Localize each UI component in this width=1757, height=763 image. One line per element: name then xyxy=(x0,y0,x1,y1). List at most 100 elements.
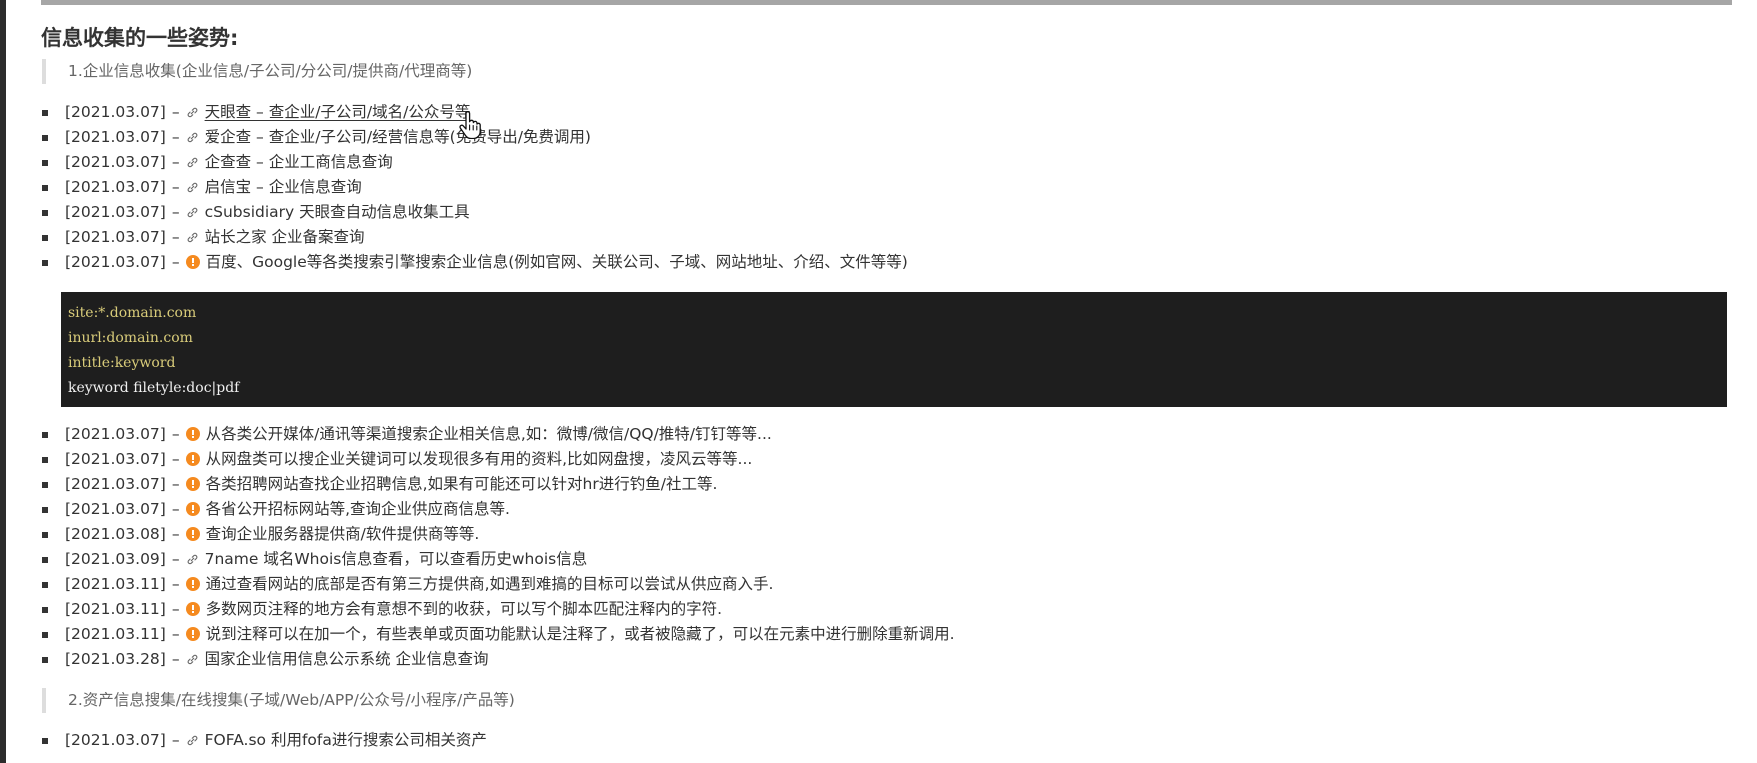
link-icon xyxy=(187,107,197,118)
item-date: [2021.03.07] xyxy=(65,253,166,271)
item-date: [2021.03.09] xyxy=(65,550,166,568)
item-link-tianyancha[interactable]: 天眼查 – 查企业/子公司/域名/公众号等 xyxy=(205,103,471,121)
list-item: [2021.03.07] – 企查查 – 企业工商信息查询 xyxy=(42,150,908,175)
item-date: [2021.03.28] xyxy=(65,650,166,668)
link-icon xyxy=(187,554,197,565)
list-item: [2021.03.07] – cSubsidiary 天眼查自动信息收集工具 xyxy=(42,200,908,225)
asset-info-list: [2021.03.07] – FOFA.so 利用fofa进行搜索公司相关资产 xyxy=(42,728,487,753)
enterprise-tips-list: [2021.03.07] – 从各类公开媒体/通讯等渠道搜索企业相关信息,如：微博/… xyxy=(42,422,955,672)
item-date: [2021.03.11] xyxy=(65,625,166,643)
separator: – xyxy=(171,450,180,468)
list-item: [2021.03.11] – 说到注释可以在加一个，有些表单或页面功能默认是注释了，… xyxy=(42,622,955,647)
bullet xyxy=(42,110,48,116)
list-item: [2021.03.07] – 站长之家 企业备案查询 xyxy=(42,225,908,250)
separator: – xyxy=(171,625,180,643)
item-text: 说到注释可以在加一个，有些表单或页面功能默认是注释了，或者被隐藏了，可以在元素中… xyxy=(205,625,955,643)
code-line: inurl:domain.com xyxy=(68,330,193,346)
item-link-gsxt[interactable]: 国家企业信用信息公示系统 企业信息查询 xyxy=(205,650,489,668)
code-line: site:*.domain.com xyxy=(68,305,197,321)
list-item: [2021.03.28] – 国家企业信用信息公示系统 企业信息查询 xyxy=(42,647,955,672)
item-link-7name[interactable]: 7name 域名Whois信息查看，可以查看历史whois信息 xyxy=(205,550,588,568)
item-link-chinaz[interactable]: 站长之家 企业备案查询 xyxy=(205,228,365,246)
separator: – xyxy=(171,425,180,443)
item-date: [2021.03.07] xyxy=(65,228,166,246)
list-item: [2021.03.07] – FOFA.so 利用fofa进行搜索公司相关资产 xyxy=(42,728,487,753)
list-item: [2021.03.07] – 从各类公开媒体/通讯等渠道搜索企业相关信息,如：微博/… xyxy=(42,422,955,447)
link-icon xyxy=(187,157,197,168)
link-icon xyxy=(187,735,197,746)
bullet xyxy=(42,432,48,438)
item-date: [2021.03.07] xyxy=(65,153,166,171)
item-date: [2021.03.07] xyxy=(65,103,166,121)
item-link-aiqicha[interactable]: 爱企查 – 查企业/子公司/经营信息等(免费导出/免费调用) xyxy=(205,128,591,146)
separator: – xyxy=(171,500,180,518)
item-date: [2021.03.07] xyxy=(65,178,166,196)
separator: – xyxy=(171,525,180,543)
item-link-qichacha[interactable]: 企查查 – 企业工商信息查询 xyxy=(205,153,393,171)
alert-icon xyxy=(185,255,200,269)
item-text: 查询企业服务器提供商/软件提供商等等. xyxy=(205,525,480,543)
link-icon xyxy=(187,182,197,193)
bullet xyxy=(42,657,48,663)
list-item: [2021.03.11] – 多数网页注释的地方会有意想不到的收获，可以写个脚本匹配… xyxy=(42,597,955,622)
bullet xyxy=(42,135,48,141)
item-date: [2021.03.07] xyxy=(65,475,166,493)
bullet xyxy=(42,260,48,266)
alert-icon xyxy=(185,602,200,616)
separator: – xyxy=(171,103,180,121)
item-link-csubsidiary[interactable]: cSubsidiary 天眼查自动信息收集工具 xyxy=(205,203,470,221)
bullet xyxy=(42,738,48,744)
item-date: [2021.03.08] xyxy=(65,525,166,543)
bullet xyxy=(42,557,48,563)
link-icon xyxy=(187,207,197,218)
bullet xyxy=(42,582,48,588)
separator: – xyxy=(171,650,180,668)
item-date: [2021.03.11] xyxy=(65,600,166,618)
item-text: 从网盘类可以搜企业关键词可以发现很多有用的资料,比如网盘搜，凌风云等等... xyxy=(205,450,753,468)
alert-icon xyxy=(185,577,200,591)
link-icon xyxy=(187,232,197,243)
alert-icon xyxy=(185,527,200,541)
bullet xyxy=(42,532,48,538)
list-item: [2021.03.07] – 从网盘类可以搜企业关键词可以发现很多有用的资料,比如网… xyxy=(42,447,955,472)
item-link-fofa[interactable]: FOFA.so 利用fofa进行搜索公司相关资产 xyxy=(205,731,487,749)
alert-icon xyxy=(185,452,200,466)
item-link-qixinbao[interactable]: 启信宝 – 企业信息查询 xyxy=(205,178,362,196)
bullet xyxy=(42,607,48,613)
bullet xyxy=(42,185,48,191)
list-item: [2021.03.07] – 各类招聘网站查找企业招聘信息,如果有可能还可以针对hr… xyxy=(42,472,955,497)
item-text: 各省公开招标网站等,查询企业供应商信息等. xyxy=(205,500,510,518)
item-date: [2021.03.07] xyxy=(65,203,166,221)
item-date: [2021.03.07] xyxy=(65,450,166,468)
section-quote-enterprise: 1.企业信息收集(企业信息/子公司/分公司/提供商/代理商等) xyxy=(42,59,472,84)
alert-icon xyxy=(185,427,200,441)
separator: – xyxy=(171,128,180,146)
alert-icon xyxy=(185,502,200,516)
code-block[interactable]: site:*.domain.com inurl:domain.com intit… xyxy=(61,292,1727,407)
top-divider xyxy=(41,0,1732,5)
separator: – xyxy=(171,575,180,593)
alert-icon xyxy=(185,477,200,491)
section-quote-assets: 2.资产信息搜集/在线搜集(子域/Web/APP/公众号/小程序/产品等) xyxy=(42,688,515,713)
item-text: 通过查看网站的底部是否有第三方提供商,如遇到难搞的目标可以尝试从供应商入手. xyxy=(205,575,774,593)
bullet xyxy=(42,632,48,638)
separator: – xyxy=(171,600,180,618)
code-line: intitle:keyword xyxy=(68,355,176,371)
page-title: 信息收集的一些姿势: xyxy=(41,26,239,50)
separator: – xyxy=(171,550,180,568)
item-date: [2021.03.07] xyxy=(65,500,166,518)
separator: – xyxy=(171,228,180,246)
item-date: [2021.03.07] xyxy=(65,425,166,443)
code-line: keyword filetyle:doc|pdf xyxy=(68,380,240,396)
link-icon xyxy=(187,654,197,665)
item-date: [2021.03.07] xyxy=(65,731,166,749)
list-item: [2021.03.07] – 启信宝 – 企业信息查询 xyxy=(42,175,908,200)
separator: – xyxy=(171,203,180,221)
bullet xyxy=(42,507,48,513)
item-text: 百度、Google等各类搜索引擎搜索企业信息(例如官网、关联公司、子域、网站地址… xyxy=(205,253,908,271)
alert-icon xyxy=(185,627,200,641)
bullet xyxy=(42,482,48,488)
item-text: 从各类公开媒体/通讯等渠道搜索企业相关信息,如：微博/微信/QQ/推特/钉钉等等… xyxy=(205,425,772,443)
item-text: 各类招聘网站查找企业招聘信息,如果有可能还可以针对hr进行钓鱼/社工等. xyxy=(205,475,718,493)
separator: – xyxy=(171,178,180,196)
